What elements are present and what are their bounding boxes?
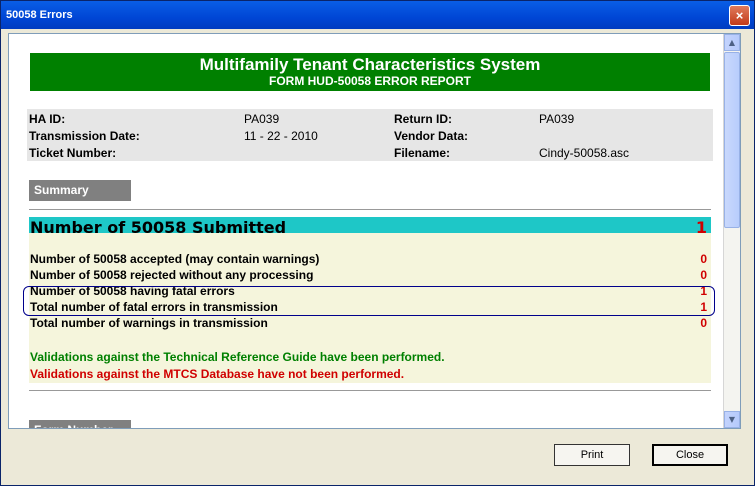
validation-message-performed: Validations against the Technical Refere… xyxy=(30,350,445,364)
transmission-info: HA ID: PA039 Transmission Date: 11 - 22 … xyxy=(27,109,713,161)
ha-id-label: HA ID: xyxy=(29,112,66,126)
vertical-scrollbar[interactable]: ▲ ▼ xyxy=(723,34,740,428)
scroll-up-button[interactable]: ▲ xyxy=(724,34,740,51)
summary-row-label: Number of 50058 accepted (may contain wa… xyxy=(30,252,320,266)
summary-row: Number of 50058 accepted (may contain wa… xyxy=(29,251,711,267)
report-subtitle: FORM HUD-50058 ERROR REPORT xyxy=(268,74,472,88)
print-button[interactable]: Print xyxy=(554,444,630,466)
ha-id-value: PA039 xyxy=(244,112,280,126)
title-bar[interactable]: 50058 Errors × xyxy=(1,1,754,29)
summary-row-value: 0 xyxy=(700,316,707,330)
return-id-value: PA039 xyxy=(539,112,575,126)
summary-row: Total number of fatal errors in transmis… xyxy=(29,299,711,315)
return-id-label: Return ID: xyxy=(394,112,452,126)
report-title: Multifamily Tenant Characteristics Syste… xyxy=(199,55,541,74)
summary-row-value: 0 xyxy=(700,268,707,282)
report-banner: Multifamily Tenant Characteristics Syste… xyxy=(30,53,710,91)
submitted-row: Number of 50058 Submitted 1 xyxy=(29,217,711,237)
scroll-thumb[interactable] xyxy=(724,52,740,228)
filename-value: Cindy-50058.asc xyxy=(539,146,630,160)
summary-section-header[interactable]: Summary xyxy=(29,180,131,201)
form-number-section-header[interactable]: Form Number xyxy=(29,420,131,428)
summary-row-value: 1 xyxy=(700,284,707,298)
divider xyxy=(29,209,711,210)
transmission-date-label: Transmission Date: xyxy=(29,129,140,143)
validation-message-not-performed: Validations against the MTCS Database ha… xyxy=(30,367,405,381)
summary-row-label: Total number of warnings in transmission xyxy=(30,316,268,330)
summary-row: Total number of warnings in transmission… xyxy=(29,315,711,331)
transmission-date-value: 11 - 22 - 2010 xyxy=(244,129,318,143)
scroll-down-button[interactable]: ▼ xyxy=(724,411,740,428)
summary-row-value: 0 xyxy=(700,252,707,266)
error-report-window: 50058 Errors × Multifamily Tenant Charac… xyxy=(0,0,755,486)
summary-panel: Number of 50058 accepted (may contain wa… xyxy=(29,233,711,383)
report-scroll-area[interactable]: Multifamily Tenant Characteristics Syste… xyxy=(8,33,741,429)
filename-label: Filename: xyxy=(394,146,451,160)
summary-row: Number of 50058 having fatal errors 1 xyxy=(29,283,711,299)
close-button[interactable]: Close xyxy=(652,444,728,466)
vendor-data-label: Vendor Data: xyxy=(394,129,469,143)
summary-row: Number of 50058 rejected without any pro… xyxy=(29,267,711,283)
ticket-number-label: Ticket Number: xyxy=(29,146,117,160)
summary-row-label: Number of 50058 rejected without any pro… xyxy=(30,268,314,282)
window-title: 50058 Errors xyxy=(6,9,73,21)
summary-row-label: Total number of fatal errors in transmis… xyxy=(30,300,278,314)
summary-row-value: 1 xyxy=(700,300,707,314)
divider xyxy=(29,390,711,391)
window-close-button[interactable]: × xyxy=(729,5,750,26)
summary-row-label: Number of 50058 having fatal errors xyxy=(30,284,235,298)
